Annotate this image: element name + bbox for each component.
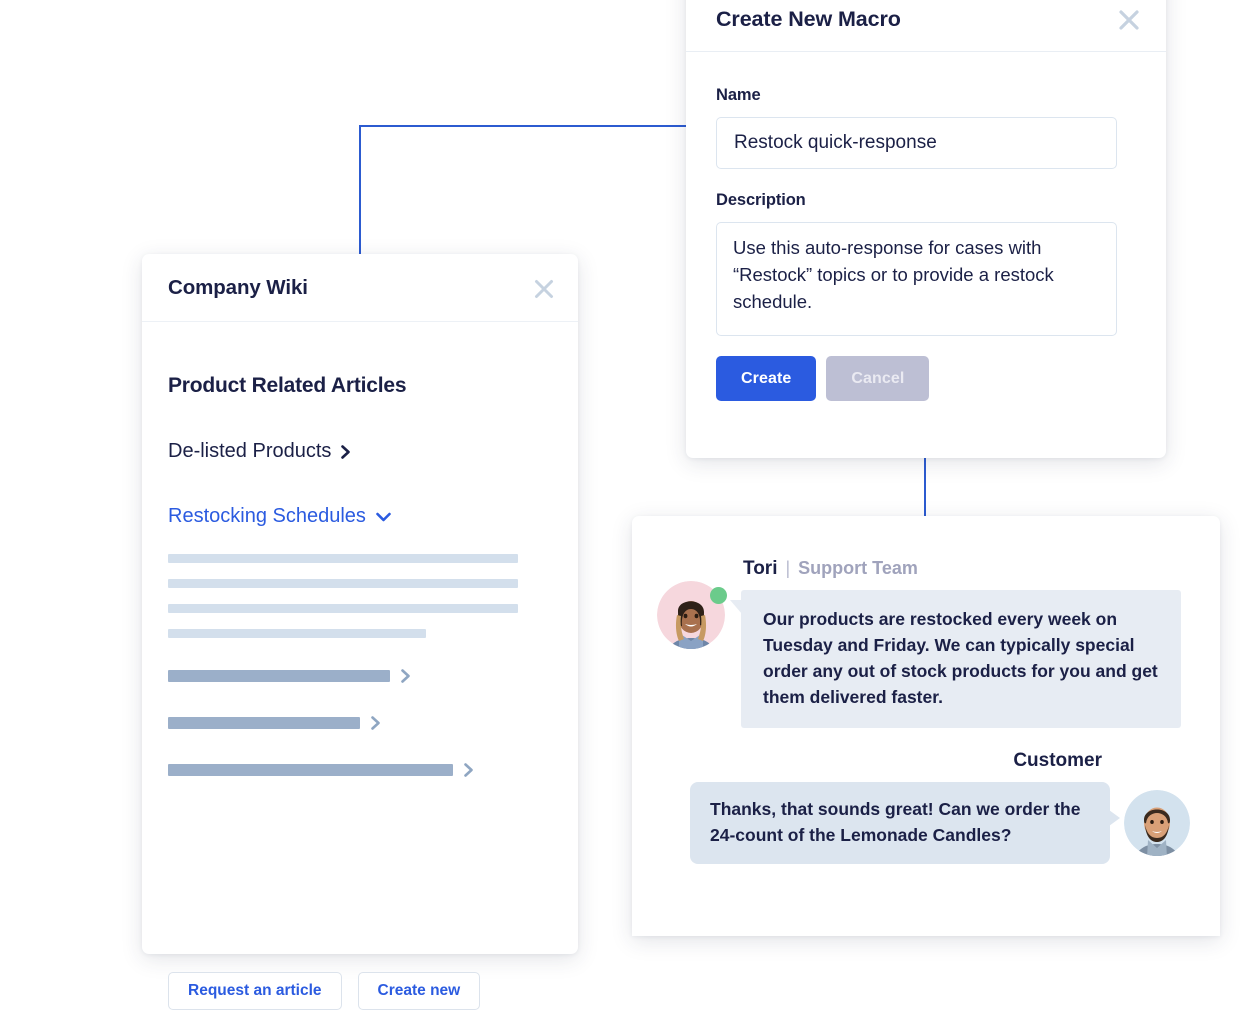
create-new-button[interactable]: Create new [357,972,481,1010]
wiki-title: Company Wiki [168,276,308,299]
agent-message-bubble: Our products are restocked every week on… [730,590,1181,728]
customer-message: Customer Thanks, that sounds great! Can … [657,750,1190,864]
wiki-link-restocking-schedules[interactable]: Restocking Schedules [168,505,552,528]
online-status-indicator [710,587,727,604]
skeleton-bar [168,629,426,638]
wiki-link-label: Restocking Schedules [168,505,366,527]
list-item[interactable] [168,668,552,684]
article-skeleton-list [168,668,552,778]
connector-line-vertical-chat [924,456,926,518]
dialog-actions: Create Cancel [716,356,1136,401]
agent-name: Tori [743,558,778,579]
wiki-link-de-listed-products[interactable]: De-listed Products [168,440,552,463]
list-item[interactable] [168,762,552,778]
wiki-actions: Request an article Create new [168,972,481,1010]
canvas: Create New Macro Name Description Use th… [0,0,1250,1010]
skeleton-bar [168,604,518,613]
request-article-button[interactable]: Request an article [168,972,342,1010]
agent-message: Tori | Support Team Our products are res… [657,558,1190,728]
agent-message-column: Tori | Support Team Our products are res… [730,558,1190,728]
wiki-body: Product Related Articles De-listed Produ… [142,374,578,1010]
customer-message-bubble: Thanks, that sounds great! Can we order … [690,782,1120,864]
chevron-right-icon [401,669,410,683]
connector-line-horizontal [359,125,699,127]
create-button[interactable]: Create [716,356,817,401]
customer-label: Customer [1013,750,1102,771]
chevron-right-icon [371,716,380,730]
agent-role: Support Team [798,558,918,578]
close-icon[interactable] [530,275,558,303]
identity-separator: | [785,558,791,578]
dialog-header: Create New Macro [686,0,1166,52]
dialog-body: Name Description Use this auto-response … [686,52,1166,401]
avatar [657,581,727,649]
wiki-link-label: De-listed Products [168,440,332,462]
name-label: Name [716,86,761,104]
macro-description-input[interactable]: Use this auto-response for cases with “R… [716,222,1117,336]
chevron-right-icon [341,444,351,459]
list-item[interactable] [168,715,552,731]
article-skeleton-light [168,554,552,638]
customer-avatar [1124,790,1190,856]
agent-identity: Tori | Support Team [743,558,1190,580]
macro-name-input[interactable] [716,117,1117,169]
chat-panel: Tori | Support Team Our products are res… [632,516,1220,936]
chat-thread: Tori | Support Team Our products are res… [632,516,1220,864]
skeleton-bar [168,717,360,729]
chevron-down-icon [376,512,391,521]
cancel-button[interactable]: Cancel [826,356,930,401]
skeleton-bar [168,670,390,682]
skeleton-bar [168,579,518,588]
skeleton-bar [168,764,453,776]
create-macro-dialog: Create New Macro Name Description Use th… [686,0,1166,458]
customer-message-row: Thanks, that sounds great! Can we order … [657,782,1190,864]
dialog-title: Create New Macro [716,7,901,31]
chevron-right-icon [464,763,473,777]
connector-line-vertical-wiki [359,125,361,259]
wiki-header: Company Wiki [142,254,578,322]
description-label: Description [716,191,806,209]
company-wiki-panel: Company Wiki Product Related Articles De… [142,254,578,1010]
section-heading: Product Related Articles [168,374,407,397]
close-icon[interactable] [1114,5,1144,35]
skeleton-bar [168,554,518,563]
